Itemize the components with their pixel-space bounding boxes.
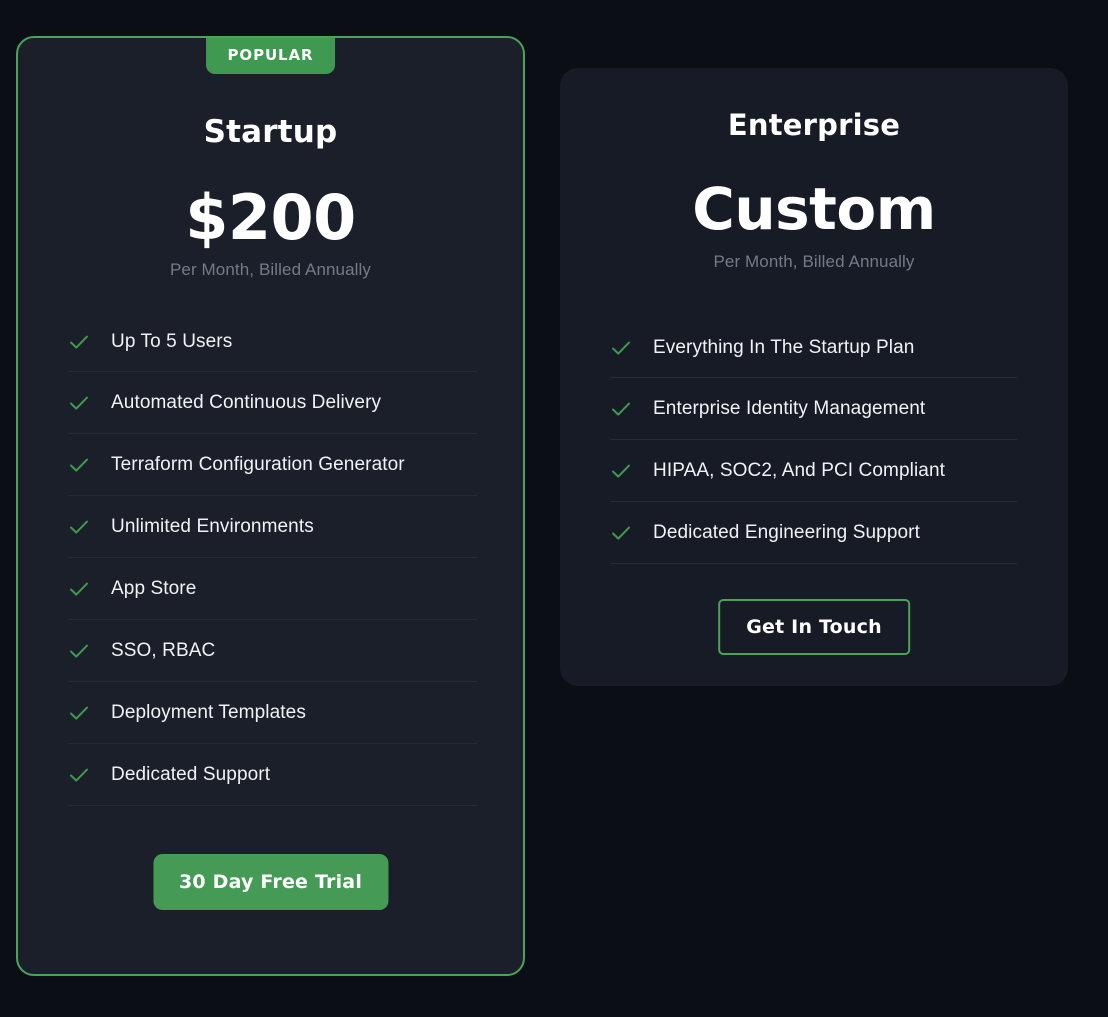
pricing-card-enterprise[interactable]: Enterprise Custom Per Month, Billed Annu… <box>560 68 1068 686</box>
feature-label: Up To 5 Users <box>111 330 233 352</box>
check-icon <box>610 460 632 482</box>
feature-label: Dedicated Support <box>111 763 271 785</box>
list-item: Everything In The Startup Plan <box>610 318 1017 378</box>
plan-name-startup: Startup <box>203 114 338 150</box>
check-icon <box>610 398 632 420</box>
plan-price-enterprise: Custom <box>692 175 936 243</box>
check-icon <box>68 702 90 724</box>
feature-list-startup: Up To 5 Users Automated Continuous Deliv… <box>68 312 477 806</box>
check-icon <box>68 516 90 538</box>
feature-label: Everything In The Startup Plan <box>653 336 915 358</box>
feature-label: Terraform Configuration Generator <box>111 453 405 475</box>
plan-name-enterprise: Enterprise <box>727 108 901 142</box>
plan-period-startup: Per Month, Billed Annually <box>169 260 372 279</box>
feature-label: HIPAA, SOC2, And PCI Compliant <box>653 459 945 481</box>
feature-label: SSO, RBAC <box>111 639 216 661</box>
check-icon <box>68 578 90 600</box>
check-icon <box>68 331 90 353</box>
get-in-touch-button[interactable]: Get In Touch <box>718 599 910 655</box>
popular-badge: POPULAR <box>205 38 336 74</box>
feature-label: Unlimited Environments <box>111 515 314 537</box>
list-item: Terraform Configuration Generator <box>68 434 477 496</box>
feature-label: Automated Continuous Delivery <box>111 391 382 413</box>
plan-period-enterprise: Per Month, Billed Annually <box>713 252 915 271</box>
feature-label: Dedicated Engineering Support <box>653 521 920 543</box>
list-item: Dedicated Engineering Support <box>610 502 1017 564</box>
check-icon <box>68 764 90 786</box>
list-item: Up To 5 Users <box>68 312 477 372</box>
pricing-card-startup[interactable]: POPULAR Startup $200 Per Month, Billed A… <box>16 36 525 976</box>
pricing-plans-container: POPULAR Startup $200 Per Month, Billed A… <box>0 0 1108 1017</box>
feature-label: Deployment Templates <box>111 701 306 723</box>
feature-label: App Store <box>111 577 197 599</box>
plan-price-startup: $200 <box>185 181 356 254</box>
list-item: Enterprise Identity Management <box>610 378 1017 440</box>
check-icon <box>68 454 90 476</box>
check-icon <box>610 522 632 544</box>
list-item: Unlimited Environments <box>68 496 477 558</box>
list-item: Dedicated Support <box>68 744 477 806</box>
check-icon <box>610 337 632 359</box>
list-item: Automated Continuous Delivery <box>68 372 477 434</box>
list-item: Deployment Templates <box>68 682 477 744</box>
feature-label: Enterprise Identity Management <box>653 397 926 419</box>
free-trial-button[interactable]: 30 Day Free Trial <box>152 854 389 910</box>
check-icon <box>68 640 90 662</box>
feature-list-enterprise: Everything In The Startup Plan Enterpris… <box>610 318 1017 564</box>
list-item: SSO, RBAC <box>68 620 477 682</box>
list-item: App Store <box>68 558 477 620</box>
check-icon <box>68 392 90 414</box>
list-item: HIPAA, SOC2, And PCI Compliant <box>610 440 1017 502</box>
